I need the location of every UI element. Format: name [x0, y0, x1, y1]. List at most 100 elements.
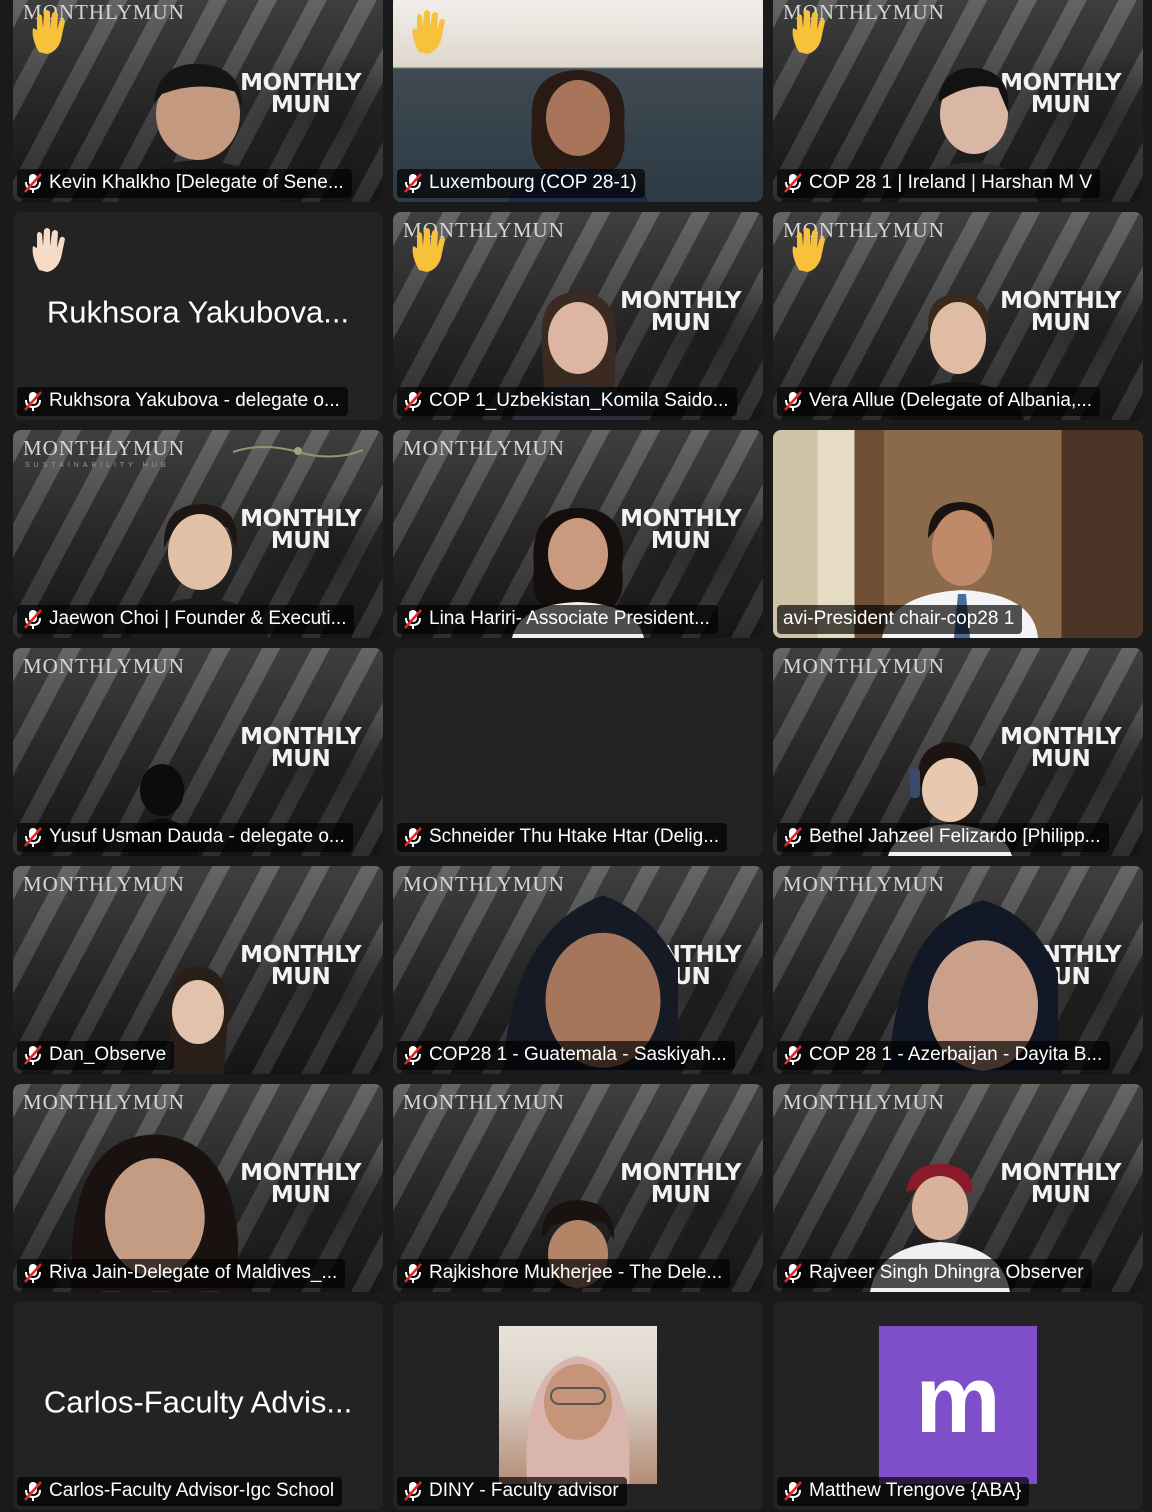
- participant-name-tag: Yusuf Usman Dauda - delegate o...: [17, 823, 353, 852]
- mic-muted-icon: [24, 827, 42, 847]
- brand-logo: MONTHLY MUN: [240, 1160, 361, 1208]
- participant-tile[interactable]: MONTHLYMUN MONTHLY MUN Vera Allue (Delega…: [773, 212, 1143, 420]
- participant-name: COP 1_Uzbekistan_Komila Saido...: [429, 390, 729, 411]
- brand-wordmark: MONTHLYMUN: [23, 654, 185, 678]
- participant-display-name: Carlos-Faculty Advis...: [43, 1384, 353, 1420]
- participant-tile[interactable]: MONTHLYMUN MONTHLY MUN COP28 1 - Guatemal…: [393, 866, 763, 1074]
- participant-name: Kevin Khalkho [Delegate of Sene...: [49, 172, 344, 193]
- mic-muted-icon: [784, 391, 802, 411]
- vine-ornament-icon: [233, 446, 363, 458]
- participant-name: Rajkishore Mukherjee - The Dele...: [429, 1262, 723, 1283]
- mic-muted-icon: [24, 1263, 42, 1283]
- participant-tile[interactable]: MONTHLYMUN MONTHLY MUN Rajveer Singh Dhin…: [773, 1084, 1143, 1292]
- avatar: [499, 1326, 657, 1484]
- mic-muted-icon: [404, 391, 422, 411]
- participant-tile[interactable]: MONTHLYMUN MONTHLY MUN Yusuf Usman Dauda …: [13, 648, 383, 856]
- participant-tile[interactable]: Luxembourg (COP 28-1): [393, 0, 763, 202]
- participant-tile[interactable]: MONTHLYMUN MONTHLY MUN COP 28 1 | Ireland…: [773, 0, 1143, 202]
- mic-muted-icon: [24, 1481, 42, 1501]
- participant-name-tag: COP 28 1 | Ireland | Harshan M V: [777, 169, 1101, 198]
- participant-name-tag: avi-President chair-cop28 1: [777, 605, 1023, 634]
- participant-name: Bethel Jahzeel Felizardo [Philipp...: [809, 826, 1101, 847]
- mic-muted-icon: [24, 609, 42, 629]
- mic-muted-icon: [404, 609, 422, 629]
- participant-name-tag: Lina Hariri- Associate President...: [397, 605, 718, 634]
- participant-name-tag: COP 28 1 - Azerbaijan - Dayita B...: [777, 1041, 1111, 1070]
- mic-muted-icon: [784, 827, 802, 847]
- participant-name-tag: Rajveer Singh Dhingra Observer: [777, 1259, 1092, 1288]
- mic-muted-icon: [24, 173, 42, 193]
- participant-name-tag: Schneider Thu Htake Htar (Delig...: [397, 823, 728, 852]
- participant-name-tag: Rukhsora Yakubova - delegate o...: [17, 387, 348, 416]
- avatar: m: [879, 1326, 1037, 1484]
- brand-wordmark: MONTHLYMUN: [783, 1090, 945, 1114]
- participant-name: Luxembourg (COP 28-1): [429, 172, 637, 193]
- participant-name-tag: Riva Jain-Delegate of Maldives_...: [17, 1259, 346, 1288]
- participant-name-tag: Luxembourg (COP 28-1): [397, 169, 645, 198]
- participant-name-tag: COP28 1 - Guatemala - Saskiyah...: [397, 1041, 735, 1070]
- participant-name-tag: Jaewon Choi | Founder & Executi...: [17, 605, 355, 634]
- participant-tile[interactable]: Carlos-Faculty Advis... Carlos-Faculty A…: [13, 1302, 383, 1510]
- participant-name: Jaewon Choi | Founder & Executi...: [49, 608, 347, 629]
- mic-muted-icon: [404, 1481, 422, 1501]
- mic-muted-icon: [784, 1263, 802, 1283]
- participant-tile[interactable]: Schneider Thu Htake Htar (Delig...: [393, 648, 763, 856]
- participant-name-tag: Kevin Khalkho [Delegate of Sene...: [17, 169, 352, 198]
- participant-name: avi-President chair-cop28 1: [783, 608, 1015, 629]
- participant-name-tag: Dan_Observe: [17, 1041, 175, 1070]
- participant-tile[interactable]: MONTHLYMUN MONTHLY MUN Lina Hariri- Assoc…: [393, 430, 763, 638]
- participant-tile[interactable]: Rukhsora Yakubova... Rukhsora Yakubova -…: [13, 212, 383, 420]
- participant-name: COP 28 1 | Ireland | Harshan M V: [809, 172, 1093, 193]
- participant-name: Schneider Thu Htake Htar (Delig...: [429, 826, 720, 847]
- brand-subtitle: SUSTAINABILITY HUB: [25, 462, 170, 469]
- brand-wordmark: MONTHLYMUN: [783, 654, 945, 678]
- participant-tile[interactable]: avi-President chair-cop28 1: [773, 430, 1143, 638]
- participant-name-tag: Vera Allue (Delegate of Albania,...: [777, 387, 1101, 416]
- raised-hand-icon: [32, 10, 65, 54]
- participant-tile[interactable]: MONTHLYMUN MONTHLY MUN Riva Jain-Delegate…: [13, 1084, 383, 1292]
- raised-hand-icon: [792, 10, 825, 54]
- participant-name: Riva Jain-Delegate of Maldives_...: [49, 1262, 338, 1283]
- mic-muted-icon: [784, 1045, 802, 1065]
- participant-name: Vera Allue (Delegate of Albania,...: [809, 390, 1093, 411]
- brand-wordmark: MONTHLYMUN: [23, 436, 185, 460]
- participant-tile[interactable]: MONTHLYMUN MONTHLY MUN Rajkishore Mukherj…: [393, 1084, 763, 1292]
- participant-name: Rukhsora Yakubova - delegate o...: [49, 390, 340, 411]
- participant-name: Yusuf Usman Dauda - delegate o...: [49, 826, 345, 847]
- participant-tile[interactable]: MONTHLYMUN MONTHLY MUN COP 1_Uzbekistan_K…: [393, 212, 763, 420]
- brand-wordmark: MONTHLYMUN: [403, 1090, 565, 1114]
- participant-name: Carlos-Faculty Advisor-Igc School: [49, 1480, 335, 1501]
- raised-hand-icon: [792, 228, 825, 272]
- participant-tile[interactable]: MONTHLYMUN MONTHLY MUN Dan_Observe: [13, 866, 383, 1074]
- participant-name: Lina Hariri- Associate President...: [429, 608, 710, 629]
- mic-muted-icon: [404, 173, 422, 193]
- participant-name: COP 28 1 - Azerbaijan - Dayita B...: [809, 1044, 1103, 1065]
- participant-name-tag: COP 1_Uzbekistan_Komila Saido...: [397, 387, 737, 416]
- participant-name-tag: DINY - Faculty advisor: [397, 1477, 627, 1506]
- mic-muted-icon: [24, 391, 42, 411]
- mic-muted-icon: [404, 1045, 422, 1065]
- participant-tile[interactable]: DINY - Faculty advisor: [393, 1302, 763, 1510]
- participant-name-tag: Matthew Trengove {ABA}: [777, 1477, 1030, 1506]
- mic-muted-icon: [784, 1481, 802, 1501]
- participant-name: Rajveer Singh Dhingra Observer: [809, 1262, 1084, 1283]
- mic-muted-icon: [404, 1263, 422, 1283]
- avatar-photo-icon: [526, 1356, 630, 1484]
- participant-tile[interactable]: MONTHLYMUN SUSTAINABILITY HUB MONTHLY MUN…: [13, 430, 383, 638]
- participant-name-tag: Bethel Jahzeel Felizardo [Philipp...: [777, 823, 1109, 852]
- participant-display-name: Rukhsora Yakubova...: [46, 294, 350, 330]
- participant-tile[interactable]: m Matthew Trengove {ABA}: [773, 1302, 1143, 1510]
- participant-name: COP28 1 - Guatemala - Saskiyah...: [429, 1044, 727, 1065]
- raised-hand-icon: [412, 10, 445, 54]
- participant-tile[interactable]: MONTHLYMUN MONTHLY MUN Bethel Jahzeel Fel…: [773, 648, 1143, 856]
- participant-tile[interactable]: MONTHLYMUN MONTHLY MUN Kevin Khalkho [Del…: [13, 0, 383, 202]
- mic-muted-icon: [404, 827, 422, 847]
- participant-name: DINY - Faculty advisor: [429, 1480, 619, 1501]
- mic-muted-icon: [24, 1045, 42, 1065]
- video-gallery: MONTHLYMUN MONTHLY MUN Kevin Khalkho [Del…: [13, 0, 1143, 1510]
- participant-name-tag: Carlos-Faculty Advisor-Igc School: [17, 1477, 343, 1506]
- participant-tile[interactable]: MONTHLYMUN MONTHLY MUN COP 28 1 - Azerbai…: [773, 866, 1143, 1074]
- raised-hand-icon: [32, 228, 65, 272]
- participant-name: Dan_Observe: [49, 1044, 167, 1065]
- participant-name-tag: Rajkishore Mukherjee - The Dele...: [397, 1259, 731, 1288]
